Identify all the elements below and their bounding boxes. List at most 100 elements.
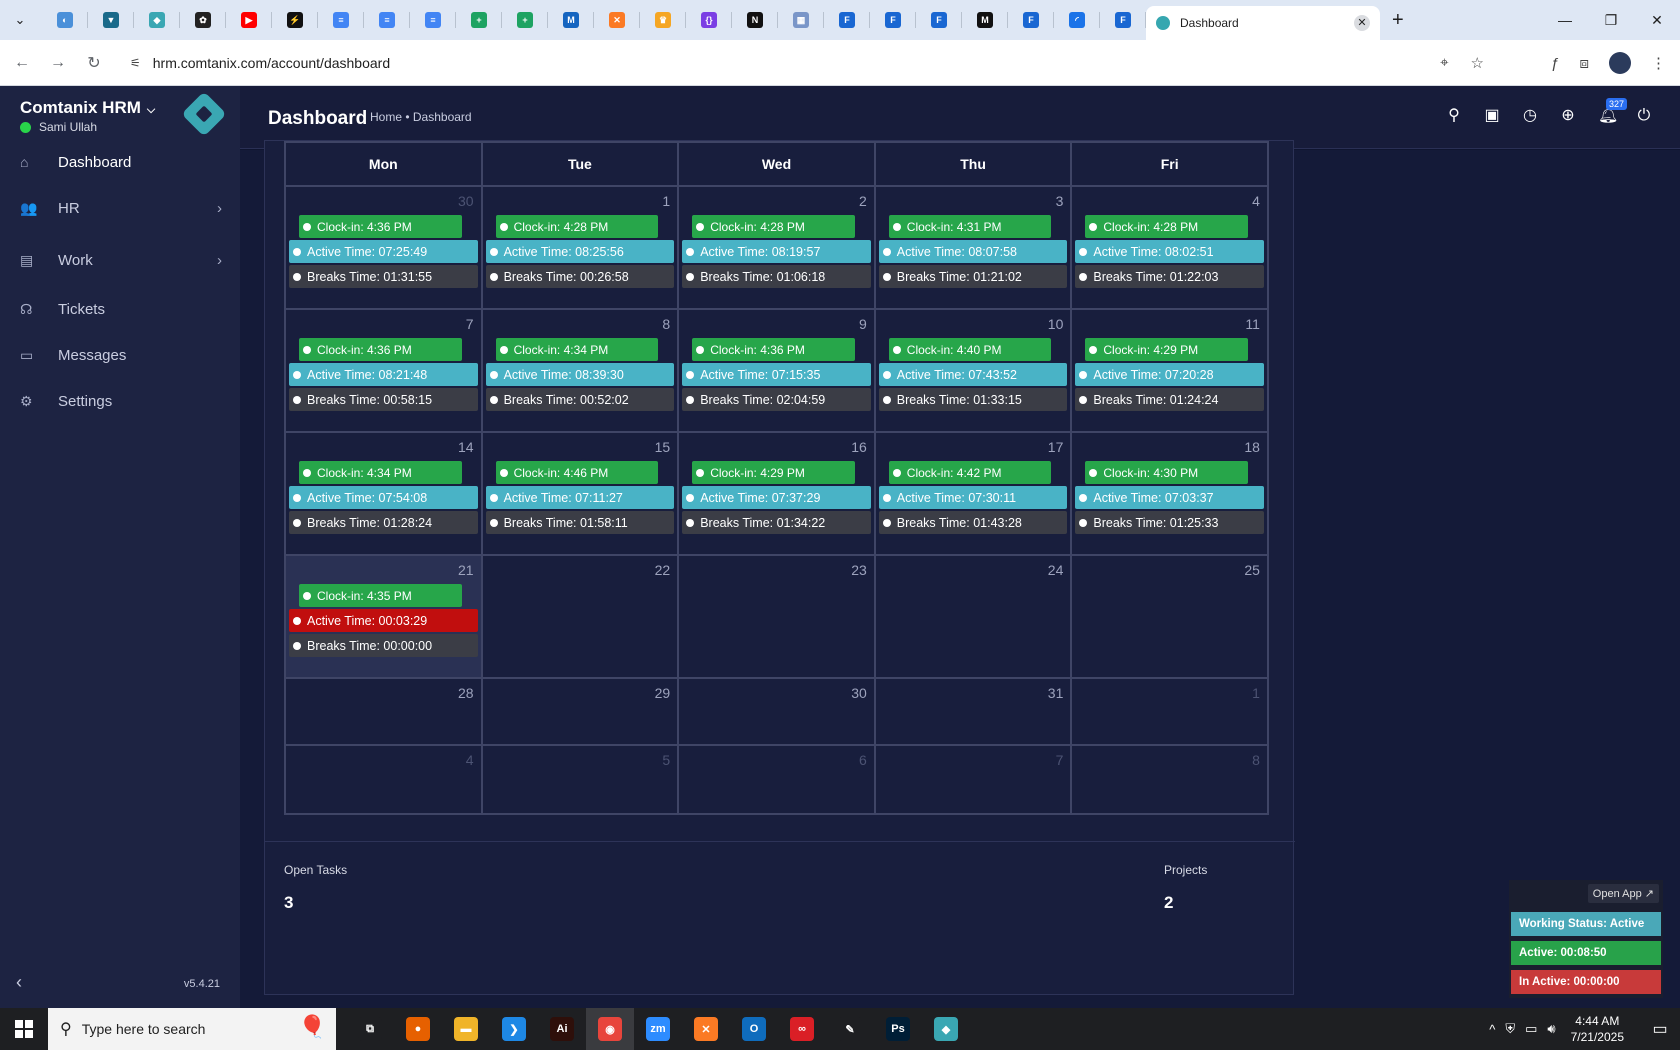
notes-icon[interactable]: ▣: [1484, 108, 1500, 124]
clock-in-event[interactable]: Clock-in: 4:29 PM: [1085, 338, 1248, 361]
calendar-day[interactable]: 11 Clock-in: 4:29 PM Active Time: 07:20:28…: [1072, 310, 1267, 431]
pinned-tab[interactable]: ✿: [180, 0, 226, 40]
breaks-time-event[interactable]: Breaks Time: 00:52:02: [485, 388, 675, 411]
clock-in-event[interactable]: Clock-in: 4:35 PM: [299, 584, 462, 607]
new-tab-button[interactable]: +: [1392, 9, 1404, 32]
clock-in-event[interactable]: Clock-in: 4:36 PM: [299, 215, 462, 238]
sidebar-item-hr[interactable]: 👥 HR ›: [0, 182, 240, 234]
pinned-tab[interactable]: ✕: [594, 0, 640, 40]
pinned-tab[interactable]: ≡: [364, 0, 410, 40]
calendar-day[interactable]: 23: [679, 556, 876, 677]
calendar-day[interactable]: 7 Clock-in: 4:36 PM Active Time: 08:21:48 B…: [286, 310, 483, 431]
calendar-day[interactable]: 1 Clock-in: 4:28 PM Active Time: 08:25:56 B…: [483, 187, 680, 308]
calendar-day[interactable]: 25: [1072, 556, 1267, 677]
site-info-icon[interactable]: ⚟: [130, 56, 141, 70]
calendar-day[interactable]: 10 Clock-in: 4:40 PM Active Time: 07:43:52…: [876, 310, 1073, 431]
open-tasks-value[interactable]: 3: [284, 893, 293, 913]
volume-icon[interactable]: 🔊︎: [1547, 1021, 1555, 1037]
active-time-event[interactable]: Active Time: 07:03:37: [1075, 486, 1264, 509]
pinned-tab[interactable]: F: [870, 0, 916, 40]
font-extension-icon[interactable]: ƒ: [1551, 55, 1559, 72]
pinned-tab[interactable]: ≡: [410, 0, 456, 40]
breaks-time-event[interactable]: Breaks Time: 02:04:59: [682, 388, 871, 411]
clock-in-event[interactable]: Clock-in: 4:40 PM: [888, 338, 1052, 361]
clock-in-event[interactable]: Clock-in: 4:30 PM: [1085, 461, 1248, 484]
notification-center-icon[interactable]: ▭: [1640, 1019, 1680, 1039]
power-icon[interactable]: ⏻: [1636, 108, 1652, 124]
taskbar-app[interactable]: ◉: [586, 1008, 634, 1050]
taskbar-app[interactable]: ✎: [826, 1008, 874, 1050]
back-button[interactable]: ←: [4, 54, 40, 72]
calendar-day[interactable]: 1: [1072, 679, 1267, 744]
calendar-day[interactable]: 15 Clock-in: 4:46 PM Active Time: 07:11:27…: [483, 433, 680, 554]
clock-in-event[interactable]: Clock-in: 4:46 PM: [495, 461, 659, 484]
active-time-event[interactable]: Active Time: 08:07:58: [878, 240, 1068, 263]
open-app-button[interactable]: Open App ↗: [1587, 884, 1659, 903]
sidebar-item-work[interactable]: ▤ Work ›: [0, 234, 240, 286]
breaks-time-event[interactable]: Breaks Time: 01:06:18: [682, 265, 871, 288]
active-tab[interactable]: Dashboard ✕: [1146, 6, 1380, 40]
taskbar-app[interactable]: ⧉: [346, 1008, 394, 1050]
pinned-tab[interactable]: ≡: [318, 0, 364, 40]
calendar-day[interactable]: 16 Clock-in: 4:29 PM Active Time: 07:37:29…: [679, 433, 876, 554]
breaks-time-event[interactable]: Breaks Time: 01:28:24: [289, 511, 478, 534]
pinned-tab[interactable]: ▦: [778, 0, 824, 40]
forward-button[interactable]: →: [40, 54, 76, 72]
taskbar-app[interactable]: Ps: [874, 1008, 922, 1050]
pinned-tab[interactable]: ♛: [640, 0, 686, 40]
location-icon[interactable]: ⌖: [1440, 54, 1448, 72]
pinned-tab[interactable]: F: [824, 0, 870, 40]
clock-in-event[interactable]: Clock-in: 4:29 PM: [692, 461, 855, 484]
profile-avatar[interactable]: [1609, 52, 1631, 74]
bell-icon[interactable]: 🔔︎ 327: [1598, 98, 1628, 124]
sidebar-item-tickets[interactable]: ☊ Tickets: [0, 286, 240, 332]
active-time-event[interactable]: Active Time: 07:37:29: [682, 486, 871, 509]
calendar-day[interactable]: 14 Clock-in: 4:34 PM Active Time: 07:54:08…: [286, 433, 483, 554]
system-clock[interactable]: 4:44 AM 7/21/2025: [1571, 1013, 1624, 1045]
calendar-day[interactable]: 7: [876, 746, 1073, 813]
clock-in-event[interactable]: Clock-in: 4:36 PM: [299, 338, 462, 361]
calendar-day[interactable]: 3 Clock-in: 4:31 PM Active Time: 08:07:58 B…: [876, 187, 1073, 308]
add-circle-icon[interactable]: ⊕: [1560, 108, 1576, 124]
address-bar[interactable]: ⚟ hrm.comtanix.com/account/dashboard ⌖ ☆: [118, 45, 1498, 81]
breaks-time-event[interactable]: Breaks Time: 00:26:58: [485, 265, 675, 288]
breaks-time-event[interactable]: Breaks Time: 00:58:15: [289, 388, 478, 411]
restore-button[interactable]: ❐: [1588, 0, 1634, 40]
breaks-time-event[interactable]: Breaks Time: 01:43:28: [878, 511, 1068, 534]
breaks-time-event[interactable]: Breaks Time: 01:31:55: [289, 265, 478, 288]
taskbar-app[interactable]: ❯: [490, 1008, 538, 1050]
reload-button[interactable]: ↻: [76, 53, 112, 73]
taskbar-search[interactable]: ⚲ Type here to search 🎈: [48, 1008, 336, 1050]
active-time-event[interactable]: Active Time: 08:19:57: [682, 240, 871, 263]
close-window-button[interactable]: ✕: [1634, 0, 1680, 40]
pinned-tab[interactable]: ◐: [42, 0, 88, 40]
pinned-tab[interactable]: {}: [686, 0, 732, 40]
minimize-button[interactable]: —: [1542, 0, 1588, 40]
taskbar-app[interactable]: O: [730, 1008, 778, 1050]
breaks-time-event[interactable]: Breaks Time: 01:24:24: [1075, 388, 1264, 411]
pinned-tab[interactable]: M: [962, 0, 1008, 40]
tab-search-button[interactable]: ⌄: [6, 6, 34, 34]
taskbar-app[interactable]: zm: [634, 1008, 682, 1050]
pinned-tab[interactable]: F: [916, 0, 962, 40]
pinned-tab[interactable]: ◆: [134, 0, 180, 40]
active-time-event[interactable]: Active Time: 07:43:52: [878, 363, 1068, 386]
clock-in-event[interactable]: Clock-in: 4:34 PM: [299, 461, 462, 484]
search-icon[interactable]: ⚲: [1446, 108, 1462, 124]
active-time-event[interactable]: Active Time: 07:20:28: [1075, 363, 1264, 386]
network-icon[interactable]: ▭: [1525, 1021, 1537, 1037]
pinned-tab[interactable]: ▶: [226, 0, 272, 40]
breaks-time-event[interactable]: Breaks Time: 01:58:11: [485, 511, 675, 534]
calendar-day[interactable]: 30 Clock-in: 4:36 PM Active Time: 07:25:49…: [286, 187, 483, 308]
active-time-event[interactable]: Active Time: 07:11:27: [485, 486, 675, 509]
breaks-time-event[interactable]: Breaks Time: 01:22:03: [1075, 265, 1264, 288]
collapse-sidebar-icon[interactable]: ‹: [16, 972, 22, 993]
clock-in-event[interactable]: Clock-in: 4:31 PM: [888, 215, 1052, 238]
active-time-event[interactable]: Active Time: 08:02:51: [1075, 240, 1264, 263]
defender-icon[interactable]: ⛨: [1505, 1021, 1515, 1037]
active-time-event[interactable]: Active Time: 08:21:48: [289, 363, 478, 386]
taskbar-app[interactable]: ●: [394, 1008, 442, 1050]
breaks-time-event[interactable]: Breaks Time: 01:33:15: [878, 388, 1068, 411]
taskbar-app[interactable]: ▬: [442, 1008, 490, 1050]
active-time-event[interactable]: Active Time: 07:25:49: [289, 240, 478, 263]
